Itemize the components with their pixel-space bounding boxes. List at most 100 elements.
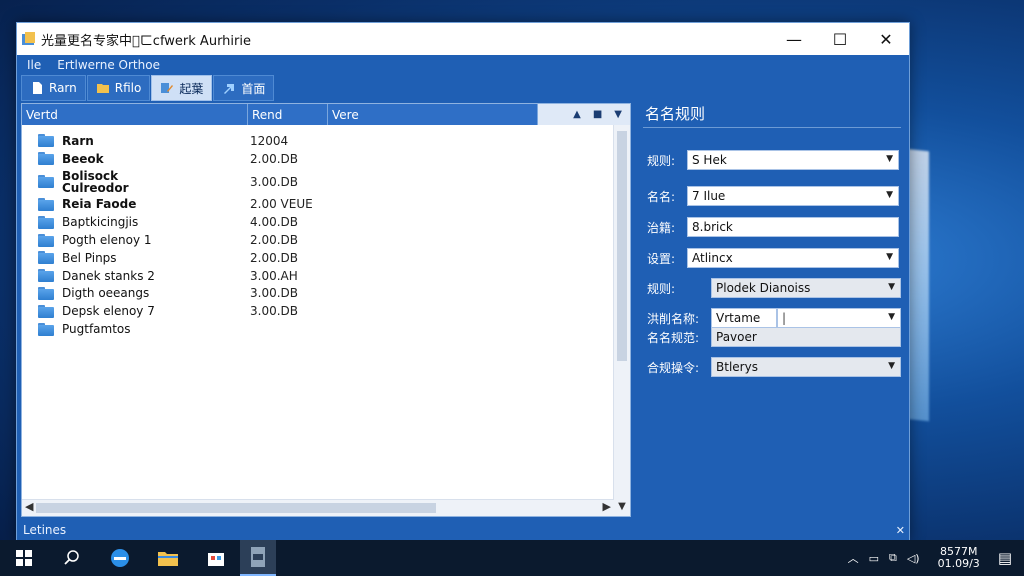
- field-value: 7 Ilue: [692, 189, 726, 203]
- window-small-icon[interactable]: ■: [593, 109, 602, 120]
- toolbar-label: 首面: [241, 81, 266, 96]
- toolbar-label: 起葉: [179, 81, 204, 96]
- vertical-scroll-thumb[interactable]: [617, 131, 627, 361]
- wash-name-input[interactable]: Vrtame: [711, 308, 777, 328]
- sort-down-icon[interactable]: ▼: [614, 109, 622, 120]
- chevron-down-icon: ▼: [886, 154, 893, 164]
- toolbar-button-rarn[interactable]: Rarn: [21, 75, 86, 101]
- list-item[interactable]: Pugtfamtos: [38, 320, 313, 338]
- list-item[interactable]: Depsk elenoy 7 3.00.DB: [38, 302, 313, 320]
- status-text: Letines: [23, 523, 67, 537]
- path-input[interactable]: 8.brick: [687, 217, 899, 237]
- list-item[interactable]: Bolisock Culreodor 3.00.DB: [38, 168, 313, 196]
- clock[interactable]: 8577M 01.09/3: [933, 546, 985, 570]
- network-icon[interactable]: ⧉: [889, 551, 897, 565]
- file-name: Digth oeeangs: [62, 286, 150, 301]
- file-explorer-button[interactable]: [144, 540, 192, 576]
- file-name: Bel Pinps: [62, 250, 117, 265]
- chevron-down-icon: ▼: [886, 190, 893, 200]
- field-settings: 设置: Atlincx ▼: [647, 248, 899, 268]
- name-select[interactable]: 7 Ilue ▼: [687, 186, 899, 206]
- file-name: Pugtfamtos: [62, 322, 131, 337]
- chevron-down-icon: ▼: [888, 282, 895, 292]
- file-size: 12004: [250, 133, 289, 148]
- column-header-name[interactable]: Vertd: [22, 104, 248, 125]
- file-size: 3.00.AH: [250, 268, 298, 283]
- wash-name-select[interactable]: | ▼: [777, 308, 901, 328]
- list-item[interactable]: Reia Faode 2.00 VEUE: [38, 196, 313, 214]
- field-wash-name: 洪削名称: Vrtame | ▼: [647, 308, 901, 328]
- file-size: 2.00.DB: [250, 151, 299, 166]
- column-header-view[interactable]: Vere: [328, 104, 538, 125]
- column-header-size[interactable]: Rend: [248, 104, 328, 125]
- status-bar: Letines ✕: [17, 519, 909, 541]
- chevron-up-icon[interactable]: ︿: [848, 550, 859, 566]
- horizontal-scrollbar[interactable]: ◀ ▶: [22, 499, 614, 516]
- toolbar-label: Rfilo: [114, 81, 142, 95]
- volume-icon[interactable]: ◁): [907, 552, 920, 565]
- rule-select[interactable]: S Hek ▼: [687, 150, 899, 170]
- file-name: Beeok: [62, 151, 104, 166]
- field-label: 规则:: [647, 153, 676, 168]
- panel-divider: [643, 127, 901, 128]
- file-size: 2.00 VEUE: [250, 197, 313, 212]
- list-item[interactable]: Danek stanks 2 3.00.AH: [38, 267, 313, 285]
- field-value: 8.brick: [692, 220, 733, 234]
- edit-icon: [161, 83, 174, 93]
- close-icon[interactable]: ✕: [896, 524, 905, 537]
- close-button[interactable]: ✕: [863, 23, 909, 55]
- clock-date: 01.09/3: [937, 557, 980, 570]
- edge-icon: [111, 549, 129, 567]
- system-tray: ︿ ▭ ⧉ ◁) 8577M 01.09/3 ▤: [843, 540, 1024, 576]
- settings-select[interactable]: Atlincx ▼: [687, 248, 899, 268]
- file-size: 2.00.DB: [250, 233, 299, 248]
- minimize-icon: —: [786, 29, 802, 49]
- taskbar: ︿ ▭ ⧉ ◁) 8577M 01.09/3 ▤: [0, 540, 1024, 576]
- renamer-app-button[interactable]: [240, 540, 276, 576]
- scroll-right-icon[interactable]: ▶: [603, 500, 611, 513]
- menu-item-file[interactable]: Ile: [27, 58, 41, 72]
- app-window: 光量更名专家中 ㄈcfwerk Aurhirie — ☐ ✕ Ile Ertlw…: [16, 22, 910, 542]
- toolbar-button-home[interactable]: 首面: [213, 75, 275, 101]
- file-size: 2.00.DB: [250, 250, 299, 265]
- notification-icon[interactable]: ▤: [998, 549, 1012, 567]
- file-size: 4.00.DB: [250, 215, 299, 230]
- scroll-left-icon[interactable]: ◀: [25, 500, 33, 513]
- list-item[interactable]: Rarn 12004: [38, 132, 313, 150]
- chevron-down-icon: ▼: [886, 252, 893, 262]
- field-rule-2: 规则: Plodek Dianoiss ▼: [647, 278, 901, 298]
- compliance-select[interactable]: Btlerys ▼: [711, 357, 901, 377]
- start-button[interactable]: [0, 540, 48, 576]
- maximize-button[interactable]: ☐: [817, 23, 863, 55]
- vertical-scrollbar[interactable]: ▼: [613, 125, 630, 516]
- menu-bar: Ile Ertlwerne Orthoe: [17, 55, 909, 75]
- store-icon: [208, 553, 224, 566]
- list-item[interactable]: Digth oeeangs 3.00.DB: [38, 285, 313, 303]
- field-label: 名名:: [647, 189, 676, 204]
- list-item[interactable]: Pogth elenoy 1 2.00.DB: [38, 231, 313, 249]
- list-item[interactable]: Baptkicingjis 4.00.DB: [38, 213, 313, 231]
- maximize-icon: ☐: [832, 29, 848, 49]
- minimize-button[interactable]: —: [771, 23, 817, 55]
- name-spec-input[interactable]: Pavoer: [711, 327, 901, 347]
- field-compliance: 合规操令: Btlerys ▼: [647, 357, 901, 377]
- field-value: Btlerys: [716, 360, 758, 374]
- menu-item-options[interactable]: Ertlwerne Orthoe: [57, 58, 160, 72]
- sort-up-icon[interactable]: ▲: [573, 109, 581, 120]
- title-bar[interactable]: 光量更名专家中 ㄈcfwerk Aurhirie — ☐ ✕: [17, 23, 909, 55]
- store-button[interactable]: [192, 540, 240, 576]
- search-button[interactable]: [48, 540, 96, 576]
- list-item[interactable]: Bel Pinps 2.00.DB: [38, 249, 313, 267]
- toolbar-button-rfilo[interactable]: Rfilo: [86, 75, 151, 101]
- file-rows: Rarn 12004 Beeok 2.00.DB Bolisock Culreodo…: [38, 132, 313, 338]
- scroll-down-icon[interactable]: ▼: [614, 501, 630, 512]
- rule-2-select[interactable]: Plodek Dianoiss ▼: [711, 278, 901, 298]
- file-icon: [33, 82, 42, 94]
- edge-button[interactable]: [96, 540, 144, 576]
- file-list-pane: Vertd Rend Vere ▲ ■ ▼ Rarn 12004 Beeok 2.0…: [21, 103, 631, 517]
- toolbar-button-edit[interactable]: 起葉: [151, 75, 213, 101]
- list-item[interactable]: Beeok 2.00.DB: [38, 150, 313, 168]
- battery-icon[interactable]: ▭: [869, 552, 879, 565]
- horizontal-scroll-thumb[interactable]: [36, 503, 436, 513]
- panel-title: 名名规则: [645, 105, 706, 123]
